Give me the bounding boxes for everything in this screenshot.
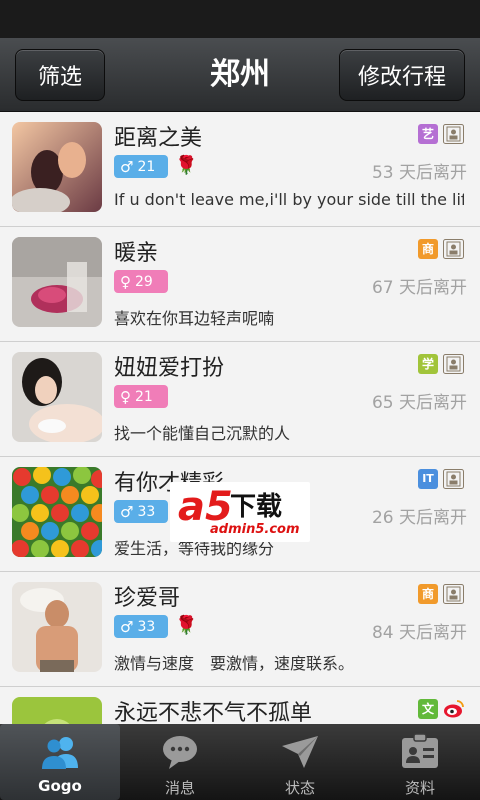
male-icon: ♂ bbox=[120, 502, 134, 521]
user-row[interactable]: 妞妞爱打扮 学 ♀ 21 65 天后离开 找一个能懂自己沉默的人 bbox=[0, 342, 480, 457]
tab-gogo[interactable]: Gogo bbox=[0, 724, 120, 800]
bottom-tab-bar: Gogo 消息 状态 资料 bbox=[0, 724, 480, 800]
user-name: 妞妞爱打扮 bbox=[114, 356, 225, 381]
user-row[interactable]: 暖亲 商 ♀ 29 67 天后离开 喜欢在你耳边轻声呢喃 bbox=[0, 227, 480, 342]
occupation-badge: 商 bbox=[418, 584, 438, 604]
profile-card-icon bbox=[443, 239, 464, 259]
female-icon: ♀ bbox=[120, 387, 131, 406]
gender-age-badge: ♂ 33 bbox=[114, 500, 168, 523]
weibo-icon bbox=[444, 700, 464, 718]
leave-time: 65 天后离开 bbox=[371, 393, 467, 413]
user-row[interactable]: 珍爱哥 商 ♂ 33 🌹 84 天后离开 激情与速度 要激情，速度联系。 bbox=[0, 572, 480, 687]
occupation-badge: 文 bbox=[418, 699, 438, 719]
edit-trip-button[interactable]: 修改行程 bbox=[339, 49, 465, 101]
watermark-logo: a5 下载 admin5.com bbox=[170, 482, 310, 542]
gender-age-badge: ♂ 33 bbox=[114, 615, 168, 638]
user-name: 距离之美 bbox=[114, 126, 203, 151]
occupation-badge: 艺 bbox=[418, 124, 438, 144]
people-icon bbox=[42, 737, 78, 769]
tab-label: 状态 bbox=[284, 779, 315, 797]
status-bar bbox=[0, 0, 480, 38]
tab-label: 资料 bbox=[404, 779, 435, 797]
avatar bbox=[12, 697, 102, 724]
male-icon: ♂ bbox=[120, 157, 134, 176]
occupation-badge: 学 bbox=[418, 354, 438, 374]
gender-age-badge: ♀ 29 bbox=[114, 270, 168, 293]
user-signature: 激情与速度 要激情，速度联系。 bbox=[114, 654, 355, 673]
female-icon: ♀ bbox=[120, 272, 131, 291]
avatar bbox=[12, 467, 102, 557]
tab-label: Gogo bbox=[38, 777, 82, 795]
id-card-icon bbox=[402, 733, 438, 768]
leave-time: 67 天后离开 bbox=[371, 278, 467, 298]
user-signature: 找一个能懂自己沉默的人 bbox=[114, 424, 291, 443]
avatar bbox=[12, 237, 102, 327]
profile-card-icon bbox=[443, 124, 464, 144]
avatar bbox=[12, 122, 102, 212]
occupation-badge: 商 bbox=[418, 239, 438, 259]
user-row[interactable]: 距离之美 艺 ♂ 21 🌹 53 天后离开 If u don't leave me… bbox=[0, 112, 480, 227]
city-title: 郑州 bbox=[210, 57, 270, 92]
rose-icon: 🌹 bbox=[175, 615, 198, 636]
user-name: 暖亲 bbox=[114, 241, 159, 266]
user-signature: 喜欢在你耳边轻声呢喃 bbox=[114, 309, 275, 328]
tab-status[interactable]: 状态 bbox=[240, 724, 360, 800]
top-header: 筛选 郑州 修改行程 bbox=[0, 38, 480, 112]
filter-button[interactable]: 筛选 bbox=[15, 49, 105, 101]
leave-time: 53 天后离开 bbox=[371, 163, 467, 183]
leave-time: 84 天后离开 bbox=[371, 623, 467, 643]
profile-card-icon bbox=[443, 354, 464, 374]
avatar bbox=[12, 582, 102, 672]
gender-age-badge: ♀ 21 bbox=[114, 385, 168, 408]
profile-card-icon bbox=[443, 469, 464, 489]
tab-profile[interactable]: 资料 bbox=[360, 724, 480, 800]
user-signature: If u don't leave me,i'll by your side ti… bbox=[114, 190, 464, 209]
gender-age-badge: ♂ 21 bbox=[114, 155, 168, 178]
chat-bubble-icon bbox=[163, 736, 197, 769]
user-name: 珍爱哥 bbox=[114, 586, 181, 611]
profile-card-icon bbox=[443, 584, 464, 604]
rose-icon: 🌹 bbox=[175, 155, 198, 176]
avatar bbox=[12, 352, 102, 442]
tab-messages[interactable]: 消息 bbox=[120, 724, 240, 800]
occupation-badge: IT bbox=[418, 469, 438, 489]
user-row[interactable]: 永远不悲不气不孤单 文 bbox=[0, 687, 480, 724]
paper-plane-icon bbox=[282, 736, 318, 768]
user-list: 距离之美 艺 ♂ 21 🌹 53 天后离开 If u don't leave me… bbox=[0, 112, 480, 724]
user-name: 永远不悲不气不孤单 bbox=[114, 701, 313, 724]
tab-label: 消息 bbox=[164, 779, 195, 797]
male-icon: ♂ bbox=[120, 617, 134, 636]
leave-time: 26 天后离开 bbox=[371, 508, 467, 528]
